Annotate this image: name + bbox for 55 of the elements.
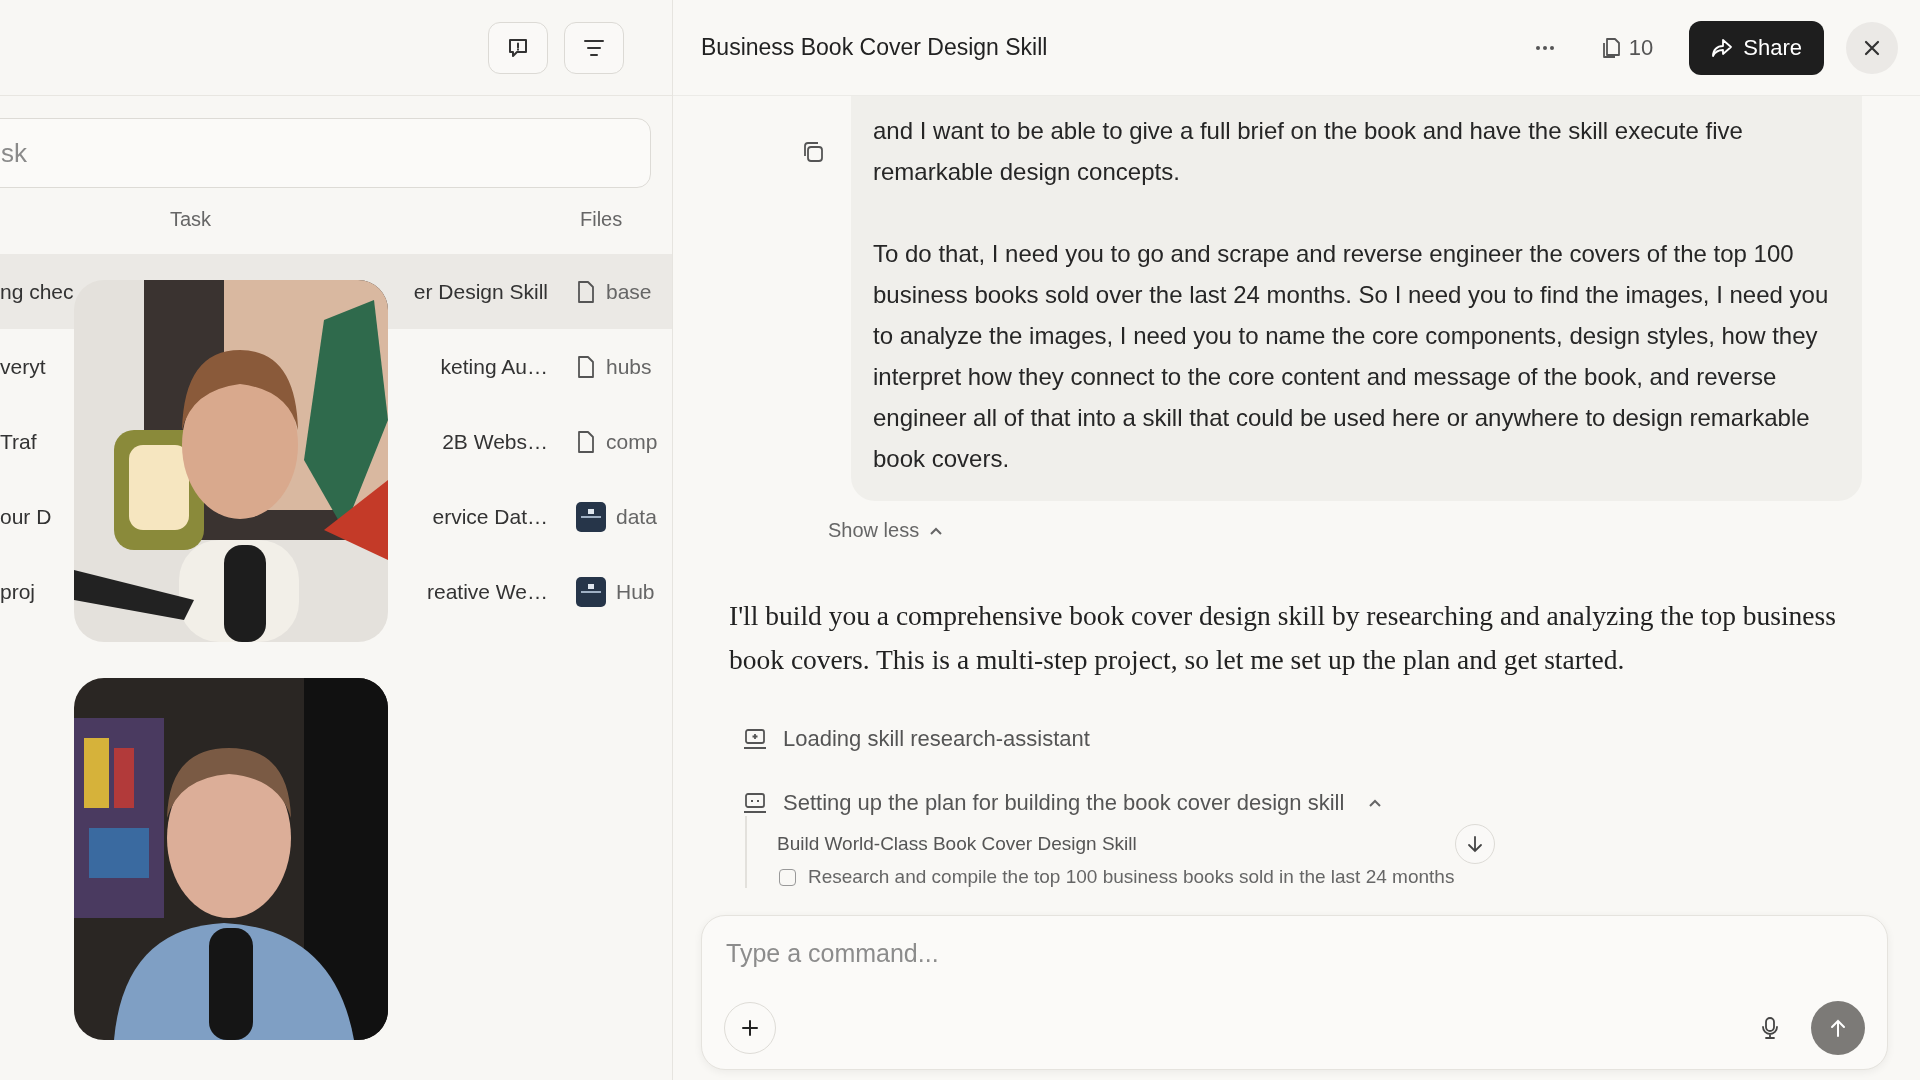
screen-icon: [743, 728, 767, 750]
copy-icon[interactable]: [801, 140, 825, 164]
document-icon: [576, 279, 596, 304]
message-text: To do that, I need you to go and scrape and reverse engineer the covers of the top 100 business books sold over the last 24 months. So I need you to find the images, I need you to analyze the images, I need you to name the core components, design styles, how they interpret how they connect to the core content and message of the book, and reverse engineer all of that into a skill that could be used here or anywhere to design remarkable book covers.: [873, 239, 1830, 474]
share-icon: [1711, 37, 1734, 58]
search-field[interactable]: sk: [0, 118, 651, 188]
screen-icon: [743, 792, 767, 814]
column-header: Files: [580, 208, 623, 231]
table-cell-text: veryt: [0, 354, 47, 379]
filter-button[interactable]: [564, 21, 624, 74]
file-name[interactable]: comp: [606, 429, 658, 454]
checkbox[interactable]: [779, 868, 796, 886]
document-icon: [576, 429, 596, 454]
table-cell-text: our D: [0, 504, 53, 529]
page-count: 10: [1628, 34, 1654, 61]
plus-icon: [741, 1019, 759, 1037]
more-icon: [1534, 44, 1555, 51]
plan-title: Build World-Class Book Cover Design Skill: [777, 833, 1137, 855]
file-name[interactable]: Hub: [616, 579, 655, 604]
arrow-down-icon: [1466, 835, 1483, 853]
document-icon: [576, 354, 596, 379]
task-text: Research and compile the top 100 business books sold in the last 24 months: [808, 866, 1455, 888]
chevron-icon: [1368, 798, 1383, 808]
task-title[interactable]: ervice Dat…: [432, 504, 548, 529]
pages-icon: [1600, 36, 1621, 59]
feedback-button[interactable]: [488, 21, 548, 74]
chevron-up-icon: [929, 525, 944, 536]
task-title[interactable]: er Design Skill: [413, 279, 548, 304]
column-header: Task: [170, 208, 212, 231]
add-button[interactable]: [724, 1002, 776, 1054]
close-icon: [1863, 38, 1881, 57]
arrow-up-icon: [1829, 1018, 1847, 1038]
file-thumbnail-icon: [576, 576, 606, 607]
table-cell-text: Traf: [0, 429, 38, 454]
scroll-down-button[interactable]: [1454, 824, 1495, 864]
step-text: Setting up the plan for building the book cover design skill: [783, 790, 1345, 816]
show-less-button[interactable]: Show less: [828, 515, 944, 546]
command-input[interactable]: Type a command...: [724, 932, 1865, 974]
message-text: and I want to be able to give a full brief on the book and have the skill execute five remarkable design concepts.: [873, 116, 1744, 187]
task-title[interactable]: reative We…: [427, 579, 548, 604]
share-button[interactable]: Share: [1689, 20, 1824, 75]
table-cell-text: proj: [0, 579, 37, 604]
file-name[interactable]: base: [606, 279, 652, 304]
send-button[interactable]: [1811, 1001, 1865, 1055]
task-title[interactable]: keting Au…: [440, 354, 548, 379]
microphone-icon: [1761, 1016, 1779, 1040]
reply-text: I'll build you a comprehensive book cover design skill by researching and analyzing the top business book covers. This is a multi-step project, so let me set up the plan and get started.: [729, 599, 1837, 677]
command-field[interactable]: Type a command...: [701, 915, 1888, 1070]
file-name[interactable]: data: [616, 504, 657, 529]
file-name[interactable]: hubs: [606, 354, 652, 379]
step-text: Loading skill research-assistant: [783, 726, 1090, 752]
chat-title: Business Book Cover Design Skill: [701, 34, 1049, 61]
filter-icon: [582, 37, 606, 58]
file-thumbnail-icon: [576, 501, 606, 532]
task-title[interactable]: 2B Webs…: [442, 429, 548, 454]
